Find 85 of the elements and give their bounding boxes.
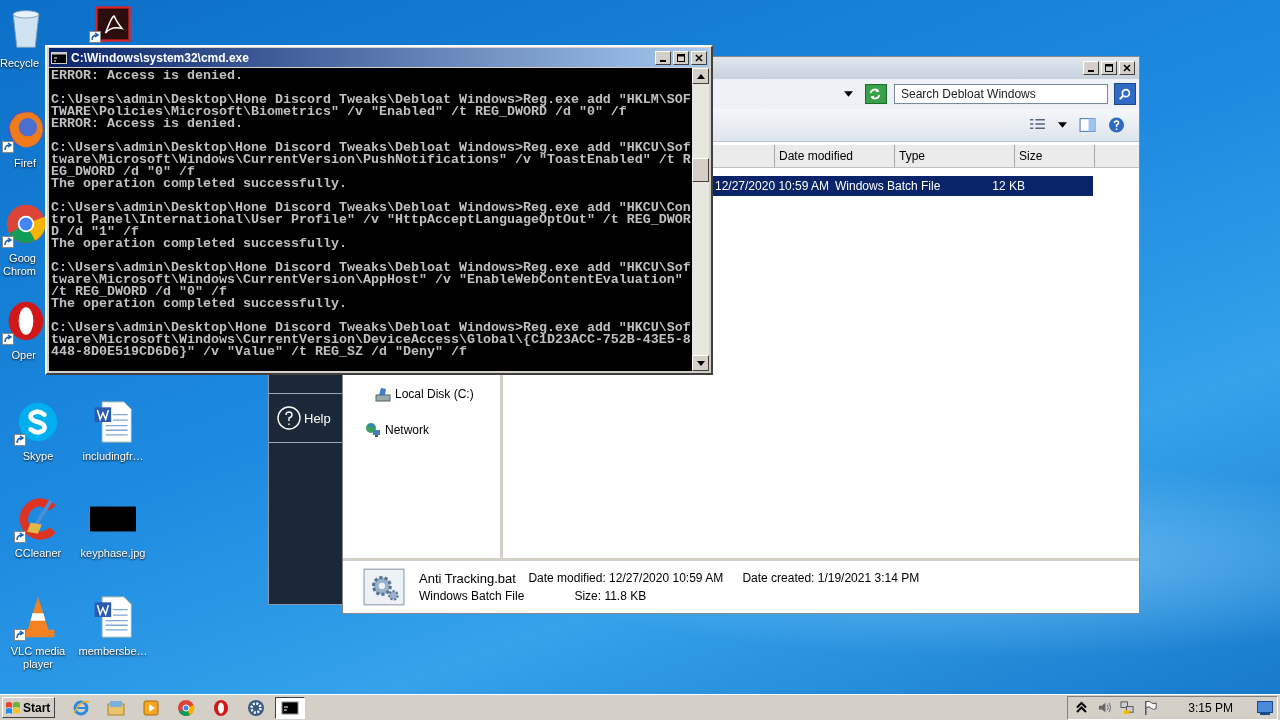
file-size-text: Size: 11.8 KB xyxy=(573,589,648,603)
network-icon[interactable] xyxy=(1120,700,1136,715)
scrollbar[interactable] xyxy=(692,68,709,371)
column-header[interactable]: Size xyxy=(1014,145,1094,167)
console-line: D /d "1" /f xyxy=(51,226,139,238)
disk-drive-icon xyxy=(375,386,391,402)
nav-item[interactable]: Network xyxy=(385,423,429,437)
flag-icon[interactable] xyxy=(1143,700,1159,715)
console-line: C:\Users\admin\Desktop\Hone Discord Tweaks\Debloat Windows>Reg.exe add "HKCU\Sof xyxy=(51,262,692,274)
close-icon xyxy=(694,52,704,63)
desktop-icon-label[interactable]: VLC media player xyxy=(8,645,68,671)
desktop-icon-label[interactable]: includingfr… xyxy=(82,450,144,463)
file-type-text: Windows Batch File xyxy=(419,589,525,603)
console-line: The operation completed successfully. xyxy=(51,238,348,250)
clock[interactable]: 3:15 PM xyxy=(1188,700,1233,715)
preview-pane-icon[interactable] xyxy=(1079,117,1096,133)
show-desktop-icon[interactable] xyxy=(1257,700,1273,715)
nav-item[interactable]: Local Disk (C:) xyxy=(395,387,474,401)
desktop-icon-label[interactable]: CCleaner xyxy=(14,547,62,560)
console-line: tware\Microsoft\Windows\CurrentVersion\PushNotifications" /v "ToastEnabled" /t R xyxy=(51,154,692,166)
refresh-button[interactable] xyxy=(865,84,887,104)
console-line: C:\Users\admin\Desktop\Hone Discord Tweaks\Debloat Windows>Reg.exe add "HKCU\Sof xyxy=(51,322,692,334)
scrollbar-thumb[interactable] xyxy=(692,158,709,182)
table-cell-text: 12/27/2020 10:59 AM xyxy=(714,179,829,193)
console-line: The operation completed successfully. xyxy=(51,178,348,190)
console-line: tware\Microsoft\Windows\CurrentVersion\AppHost" /v "EnableWebContentEvaluation" xyxy=(51,274,684,286)
console-line: tware\Microsoft\Windows\CurrentVersion\DeviceAccess\Global\{C1D23ACC-752B-43E5-8 xyxy=(51,334,692,346)
console-line: ERROR: Access is denied. xyxy=(51,70,244,82)
gear-file-icon xyxy=(363,566,405,608)
close-button[interactable] xyxy=(1119,61,1135,75)
speaker-icon[interactable] xyxy=(1097,700,1113,715)
desktop-icon-label[interactable]: Oper xyxy=(11,349,36,362)
image-thumbnail-icon[interactable] xyxy=(90,505,136,533)
minimize-icon xyxy=(660,59,666,62)
close-button[interactable] xyxy=(691,50,707,65)
help-button[interactable]: Help xyxy=(269,393,343,443)
maximize-button[interactable] xyxy=(1101,61,1117,75)
search-button[interactable] xyxy=(1114,83,1136,105)
window-title: C:\Windows\system32\cmd.exe xyxy=(71,50,250,65)
console-line: C:\Users\admin\Desktop\Hone Discord Tweaks\Debloat Windows>Reg.exe add "HKCU\Con xyxy=(51,202,692,214)
network-globe-icon xyxy=(365,422,381,438)
minimize-button[interactable] xyxy=(1083,61,1099,75)
down-arrow-icon xyxy=(696,360,705,366)
minimize-icon xyxy=(1088,70,1094,72)
maximize-icon xyxy=(676,52,686,63)
file-name: Anti Tracking.bat xyxy=(419,570,517,586)
desktop-icon-label[interactable]: membersbe… xyxy=(78,645,148,658)
console-icon xyxy=(51,51,67,64)
console-line: ERROR: Access is denied. xyxy=(51,118,244,130)
search-field[interactable]: Search Debloat Windows xyxy=(894,84,1108,104)
help-icon[interactable] xyxy=(1108,117,1125,133)
desktop-icon-label[interactable]: Goog Chrom xyxy=(0,252,36,278)
desktop-icon-label[interactable]: Firef xyxy=(14,157,36,170)
skype-icon[interactable] xyxy=(16,400,60,444)
date-created-text: Date created: 1/19/2021 3:14 PM xyxy=(742,571,920,585)
column-header[interactable]: Date modified xyxy=(774,145,894,167)
minimize-button[interactable] xyxy=(655,50,671,65)
start-button[interactable]: Start xyxy=(2,697,56,718)
console-line: C:\Users\admin\Desktop\Hone Discord Tweaks\Debloat Windows>Reg.exe add "HKLM\SOF xyxy=(51,94,692,106)
close-icon xyxy=(1122,63,1132,73)
refresh-icon xyxy=(868,87,882,101)
windows-flag-icon xyxy=(5,699,21,716)
date-modified-text: Date modified: 12/27/2020 10:59 AM xyxy=(528,571,725,585)
question-circle-icon xyxy=(277,406,301,430)
search-icon xyxy=(1118,87,1132,101)
console-line: C:\Users\admin\Desktop\Hone Discord Tweaks\Debloat Windows>Reg.exe add "HKCU\Sof xyxy=(51,142,692,154)
console-line: TWARE\Policies\Microsoft\Biometrics" /v "Enabled" /t REG_DWORD /d "0" /f xyxy=(51,106,628,118)
table-cell-text: 12 KB xyxy=(991,179,1026,193)
console-line: The operation completed successfully. xyxy=(51,298,348,310)
console-line: trol Panel\International\User Profile" /v "HttpAcceptLanguageOptOut" /t REG_DWOR xyxy=(51,214,692,226)
column-header[interactable]: Type xyxy=(894,145,1014,167)
table-cell-text: Windows Batch File xyxy=(834,179,942,193)
console-line: 448-8D0E519CD6D6}" /v "Value" /t REG_SZ /d "Deny" /f xyxy=(51,346,467,358)
maximize-button[interactable] xyxy=(673,50,689,65)
dropdown-caret-icon[interactable] xyxy=(844,91,853,97)
pdf-icon[interactable] xyxy=(95,6,131,42)
desktop-icon-label[interactable]: keyphase.jpg xyxy=(80,547,146,560)
console-taskbar-button[interactable] xyxy=(275,696,306,719)
console-line: EG_DWORD /d "0" /f xyxy=(51,166,195,178)
dropdown-caret-icon[interactable] xyxy=(1058,122,1067,128)
maximize-icon xyxy=(1104,63,1114,73)
chrome-icon[interactable] xyxy=(4,202,48,246)
console-line: /t REG_DWORD /d "0" /f xyxy=(51,286,227,298)
up-arrow-icon xyxy=(696,73,705,79)
desktop-icon-label[interactable]: Skype xyxy=(22,450,54,463)
